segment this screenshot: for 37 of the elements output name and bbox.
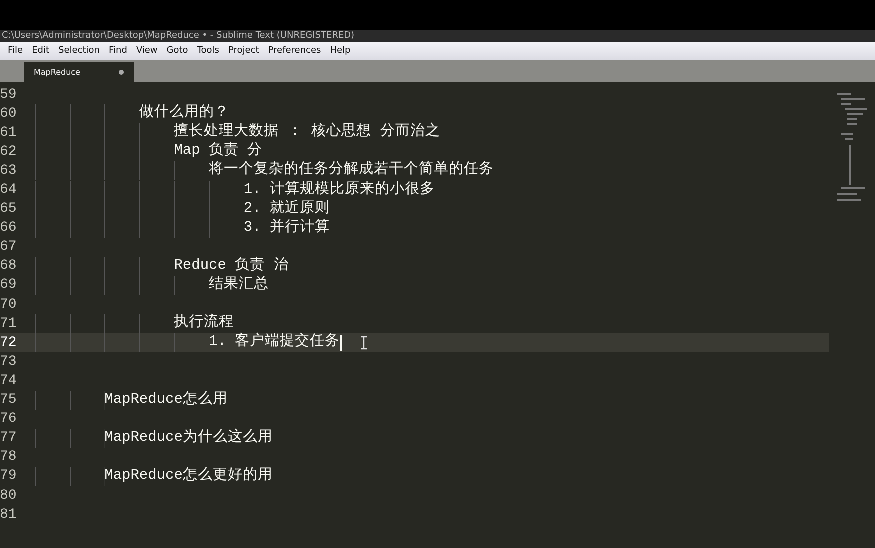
line-number: 68 xyxy=(0,258,18,274)
text-cursor-icon xyxy=(360,336,368,350)
line-number: 67 xyxy=(0,239,18,256)
line-number: 63 xyxy=(0,162,18,179)
text-caret xyxy=(340,334,342,351)
line-number: 65 xyxy=(0,201,18,218)
line-number: 69 xyxy=(0,277,18,294)
line-number: 66 xyxy=(0,220,18,236)
line-number: 71 xyxy=(0,316,18,332)
menu-item[interactable]: File xyxy=(8,46,24,56)
line-number: 78 xyxy=(0,449,18,466)
line-number: 77 xyxy=(0,430,18,446)
line-number: 70 xyxy=(0,296,18,313)
line-number: 72 xyxy=(0,334,18,351)
line-number: 76 xyxy=(0,411,18,428)
line-number: 80 xyxy=(0,488,18,504)
file-tab[interactable]: MapReduce xyxy=(24,62,134,82)
menu-item[interactable]: Goto xyxy=(166,46,188,56)
line-number: 62 xyxy=(0,144,18,160)
menu-item[interactable]: Project xyxy=(228,46,260,56)
line-number: 73 xyxy=(0,354,18,370)
menu-item[interactable]: Find xyxy=(108,46,128,56)
window-title: C:\Users\Administrator\Desktop\MapReduce • - Sublime Text (UNREGISTERED) xyxy=(2,30,355,42)
line-number: 64 xyxy=(0,182,18,198)
line-number: 81 xyxy=(0,506,18,523)
menu-item[interactable]: Preferences xyxy=(268,46,322,56)
line-number: 59 xyxy=(0,86,18,103)
line-number: 74 xyxy=(0,372,18,389)
menu-item[interactable]: View xyxy=(136,46,158,56)
menu-item[interactable]: Tools xyxy=(197,46,220,56)
line-number: 60 xyxy=(0,106,18,122)
line-number: 61 xyxy=(0,124,18,141)
line-number: 75 xyxy=(0,392,18,408)
line-number: 79 xyxy=(0,468,18,484)
menu-item[interactable]: Help xyxy=(330,46,351,56)
menu-item[interactable]: Selection xyxy=(58,46,100,56)
menu-item[interactable]: Edit xyxy=(32,46,50,56)
